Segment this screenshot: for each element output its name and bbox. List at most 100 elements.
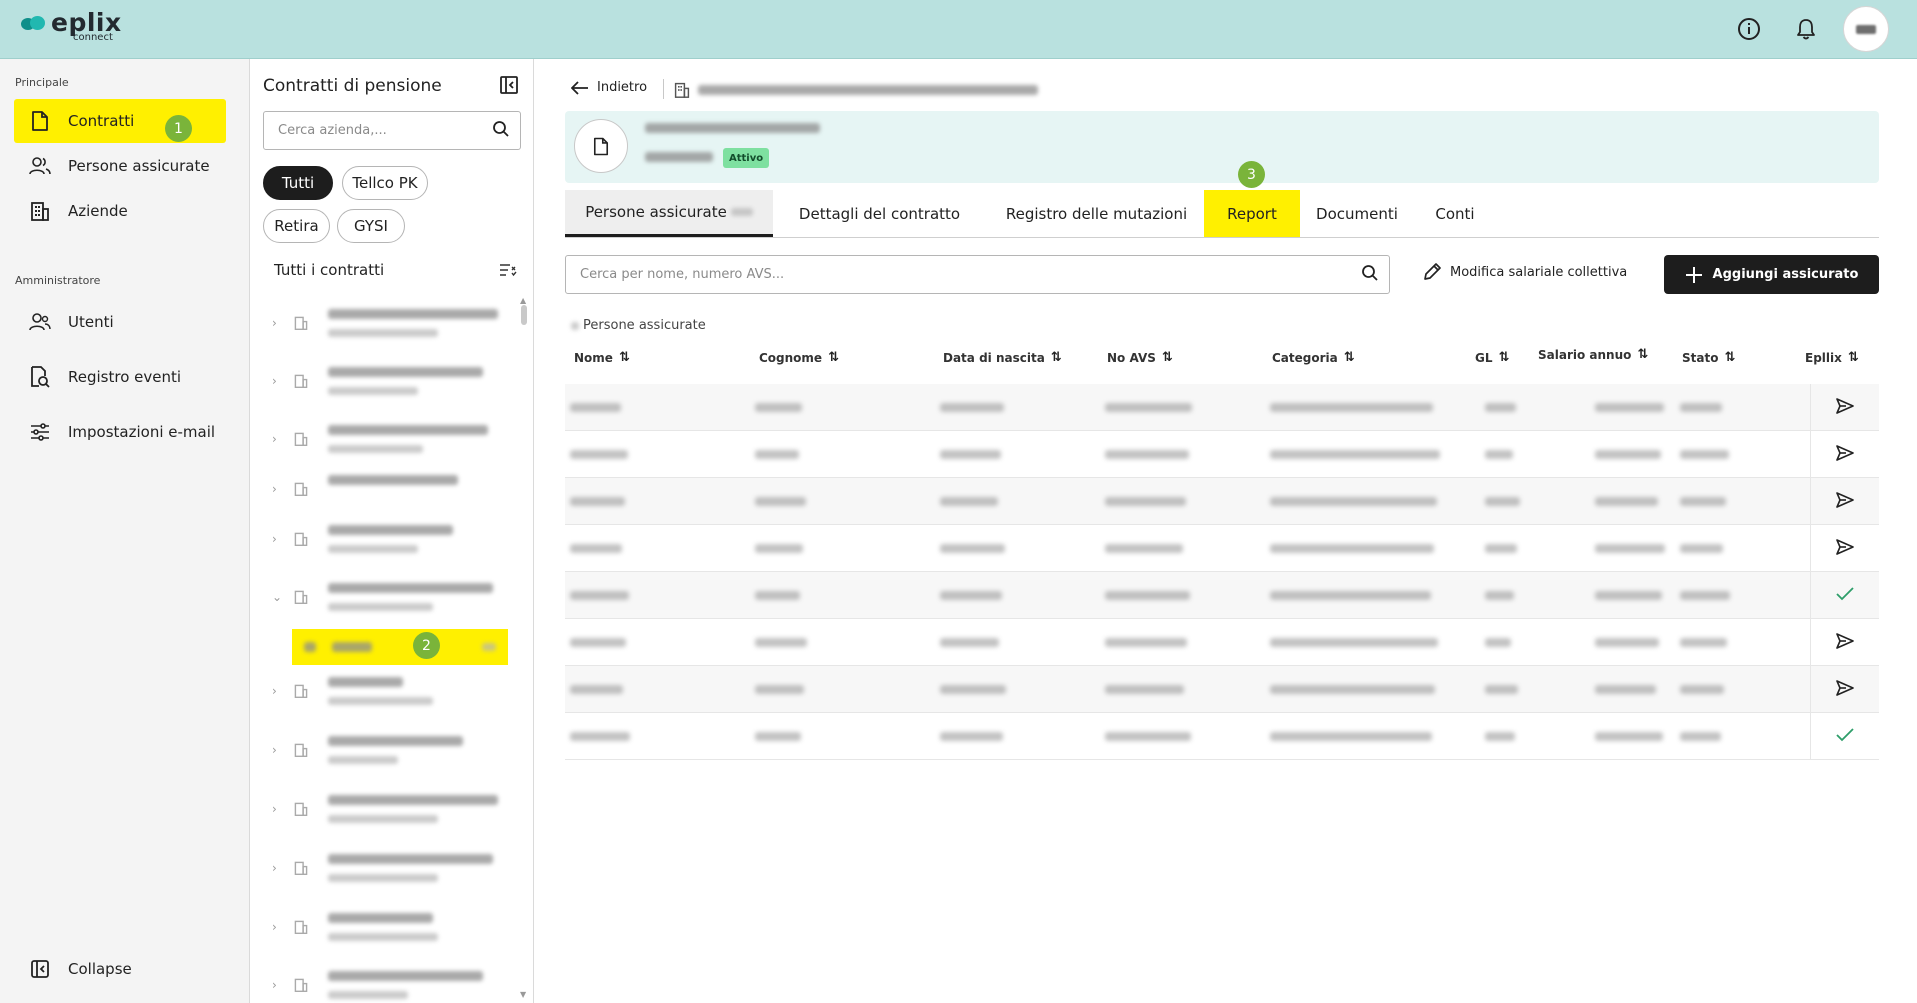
column-header[interactable]: Nome ⇅ <box>574 350 630 365</box>
chevron-right-icon[interactable]: › <box>272 374 277 388</box>
tree-item-company[interactable]: › <box>251 516 521 566</box>
sort-icon[interactable]: ⇅ <box>1848 350 1859 365</box>
send-icon[interactable] <box>1836 632 1854 653</box>
tree-child-contract-selected[interactable] <box>292 629 508 665</box>
eplix-status-cell[interactable] <box>1810 525 1879 572</box>
column-header[interactable]: Categoria ⇅ <box>1272 350 1355 365</box>
eplix-status-cell[interactable] <box>1810 431 1879 478</box>
table-row[interactable] <box>565 525 1879 572</box>
column-header[interactable]: No AVS ⇅ <box>1107 350 1173 365</box>
nav-item-utenti[interactable]: Utenti <box>14 300 226 344</box>
column-header[interactable]: Stato ⇅ <box>1682 350 1735 365</box>
sort-icon[interactable]: ⇅ <box>619 350 630 365</box>
user-avatar[interactable] <box>1843 6 1889 52</box>
building-icon <box>294 589 308 608</box>
table-row[interactable] <box>565 431 1879 478</box>
chevron-right-icon[interactable]: › <box>272 532 277 546</box>
column-header[interactable]: GL ⇅ <box>1475 350 1509 365</box>
tab-report[interactable]: Report <box>1204 190 1300 237</box>
tree-item-company[interactable]: › <box>251 466 521 516</box>
column-header[interactable]: Salario annuo ⇅ <box>1538 347 1648 362</box>
send-icon[interactable] <box>1836 491 1854 512</box>
tree-item-company[interactable]: › <box>251 416 521 466</box>
sort-icon[interactable]: ⇅ <box>828 350 839 365</box>
search-icon[interactable] <box>492 120 510 142</box>
chevron-right-icon[interactable]: › <box>272 684 277 698</box>
tree-item-company[interactable]: › <box>251 358 521 408</box>
tree-item-company[interactable]: › <box>251 904 521 954</box>
panel-scrollbar[interactable] <box>521 305 527 325</box>
company-meta-blur <box>328 387 418 395</box>
tab-persone-assicurate[interactable]: Persone assicurate <box>565 190 773 237</box>
column-header[interactable]: Cognome ⇅ <box>759 350 839 365</box>
scroll-down-icon[interactable]: ▼ <box>520 990 526 999</box>
chevron-down-icon[interactable]: ⌄ <box>272 590 282 604</box>
sort-icon[interactable]: ⇅ <box>1724 350 1735 365</box>
chevron-right-icon[interactable]: › <box>272 743 277 757</box>
table-row[interactable] <box>565 713 1879 760</box>
insured-search-input[interactable]: Cerca per nome, numero AVS... <box>565 255 1390 294</box>
table-row[interactable] <box>565 478 1879 525</box>
table-row[interactable] <box>565 572 1879 619</box>
filter-chip-tutti[interactable]: Tutti <box>263 166 333 200</box>
sort-icon[interactable]: ⇅ <box>1499 350 1510 365</box>
chevron-right-icon[interactable]: › <box>272 920 277 934</box>
tree-item-company[interactable]: › <box>251 845 521 895</box>
tree-item-company[interactable]: › <box>251 668 521 718</box>
nav-item-persone-assicurate[interactable]: Persone assicurate <box>14 144 226 188</box>
sort-icon[interactable]: ⇅ <box>1637 347 1648 362</box>
search-icon[interactable] <box>1361 264 1379 286</box>
chevron-right-icon[interactable]: › <box>272 978 277 992</box>
nav-item-aziende[interactable]: Aziende <box>14 189 226 233</box>
column-header[interactable]: Epllix ⇅ <box>1805 350 1859 365</box>
tree-item-company[interactable]: ⌄ <box>251 574 521 624</box>
bell-icon[interactable] <box>1791 14 1821 44</box>
company-search-input[interactable]: Cerca azienda,... <box>263 111 521 150</box>
eplix-status-cell[interactable] <box>1810 572 1879 619</box>
filter-chip-retira[interactable]: Retira <box>263 209 330 243</box>
nav-item-impostazioni-email[interactable]: Impostazioni e-mail <box>14 410 226 454</box>
eplix-logo[interactable]: eplix connect <box>21 10 122 43</box>
tree-item-company[interactable]: › <box>251 786 521 836</box>
chevron-right-icon[interactable]: › <box>272 316 277 330</box>
send-icon[interactable] <box>1836 679 1854 700</box>
nav-item-contratti[interactable]: Contratti <box>14 99 226 143</box>
scroll-up-icon[interactable]: ▲ <box>520 296 526 305</box>
chevron-right-icon[interactable]: › <box>272 861 277 875</box>
tree-item-company[interactable]: › <box>251 300 521 350</box>
tree-item-company[interactable]: › <box>251 727 521 777</box>
eplix-status-cell[interactable] <box>1810 619 1879 666</box>
table-row[interactable] <box>565 619 1879 666</box>
tab-documenti[interactable]: Documenti <box>1305 190 1409 237</box>
send-icon[interactable] <box>1836 538 1854 559</box>
chevron-right-icon[interactable]: › <box>272 802 277 816</box>
sort-icon[interactable]: ⇅ <box>1051 350 1062 365</box>
nav-item-registro-eventi[interactable]: Registro eventi <box>14 355 226 399</box>
collapse-button[interactable]: Collapse <box>14 947 226 991</box>
chevron-right-icon[interactable]: › <box>272 432 277 446</box>
column-header[interactable]: Data di nascita ⇅ <box>943 350 1062 365</box>
filter-chip-gysi[interactable]: GYSI <box>337 209 405 243</box>
send-icon[interactable] <box>1836 397 1854 418</box>
tab-dettagli-contratto[interactable]: Dettagli del contratto <box>784 190 975 237</box>
sort-icon[interactable]: ⇅ <box>1344 350 1355 365</box>
chevron-right-icon[interactable]: › <box>272 482 277 496</box>
tab-registro-mutazioni[interactable]: Registro delle mutazioni <box>990 190 1203 237</box>
info-icon[interactable] <box>1734 14 1764 44</box>
tree-item-company[interactable]: › <box>251 962 521 1003</box>
eplix-status-cell[interactable] <box>1810 478 1879 525</box>
eplix-status-cell[interactable] <box>1810 384 1879 431</box>
table-row[interactable] <box>565 666 1879 713</box>
tab-conti[interactable]: Conti <box>1419 190 1491 237</box>
add-insured-button[interactable]: Aggiungi assicurato <box>1664 255 1879 294</box>
filter-chip-tellco-pk[interactable]: Tellco PK <box>342 166 428 200</box>
sort-icon[interactable]: ⇅ <box>1162 350 1173 365</box>
send-icon[interactable] <box>1836 444 1854 465</box>
list-filter-icon[interactable] <box>499 262 517 281</box>
eplix-status-cell[interactable] <box>1810 666 1879 713</box>
panel-collapse-icon[interactable] <box>499 75 519 99</box>
edit-salary-button[interactable]: Modifica salariale collettiva <box>1422 262 1627 282</box>
eplix-status-cell[interactable] <box>1810 713 1879 760</box>
back-button[interactable]: Indietro <box>571 80 647 95</box>
table-row[interactable] <box>565 384 1879 431</box>
